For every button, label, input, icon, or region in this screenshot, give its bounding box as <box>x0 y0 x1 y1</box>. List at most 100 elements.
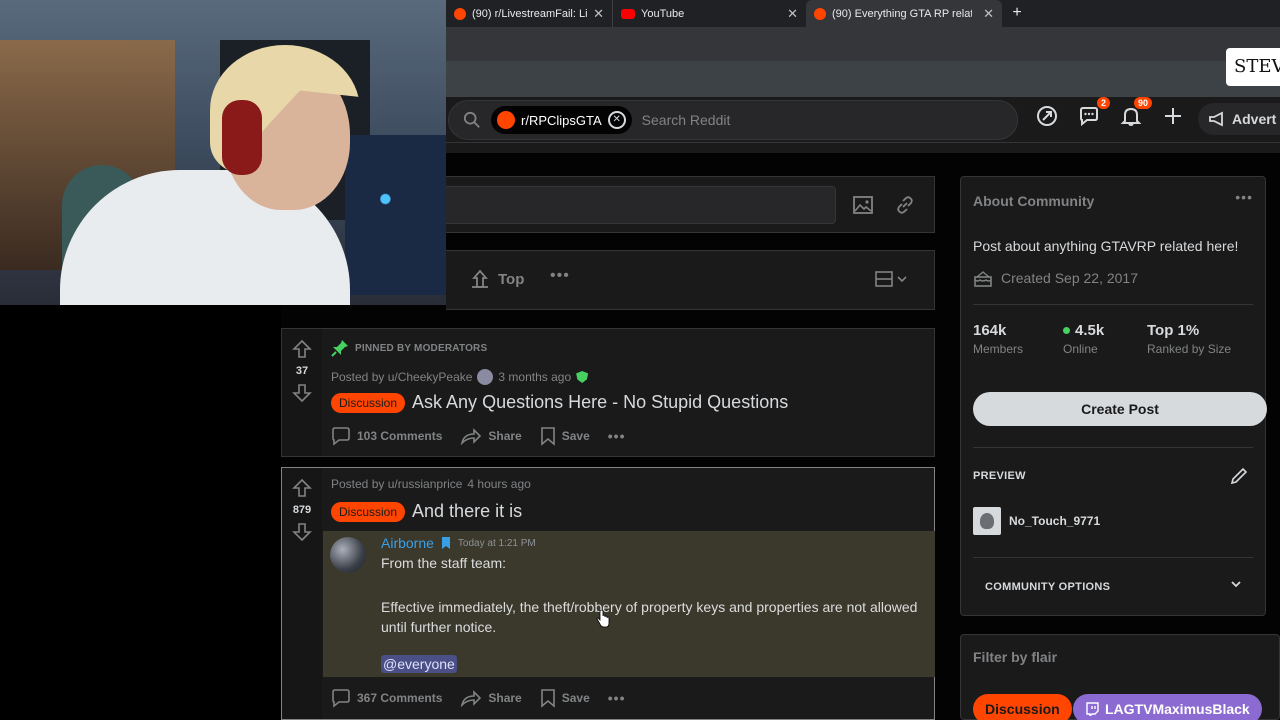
browser-tab-livestreamfail[interactable]: (90) r/LivestreamFail: Livestream ✕ <box>446 0 612 27</box>
more-sort-icon[interactable]: ••• <box>550 267 570 285</box>
preview-heading: PREVIEW <box>973 470 1026 482</box>
feed: Top ••• 37 PINNED BY MODERATORS Posted b… <box>281 153 935 720</box>
screen: (90) r/LivestreamFail: Livestream ✕ YouT… <box>0 0 1280 720</box>
stat-members: 164k Members <box>973 322 1063 356</box>
title-row: Discussion Ask Any Questions Here - No S… <box>331 392 788 413</box>
upvote-icon[interactable] <box>292 478 312 498</box>
post-time: 4 hours ago <box>467 477 531 491</box>
comments-button[interactable]: 367 Comments <box>331 688 442 708</box>
online-dot-icon <box>1063 327 1070 334</box>
share-button[interactable]: Share <box>460 427 522 445</box>
sort-top-button[interactable]: Top <box>470 269 524 289</box>
close-tab-icon[interactable]: ✕ <box>787 6 798 22</box>
discord-author: Airborne <box>381 535 434 551</box>
twitch-icon <box>1086 702 1099 716</box>
browser-tab-youtube[interactable]: YouTube ✕ <box>612 0 806 27</box>
search-bar[interactable]: r/RPClipsGTA ✕ Search Reddit <box>448 100 1018 140</box>
browser-toolbar <box>446 27 1280 61</box>
comments-count: 367 Comments <box>357 691 443 705</box>
posted-by[interactable]: Posted by u/CheekyPeake <box>331 370 472 384</box>
post-meta: Posted by u/CheekyPeake 3 months ago <box>331 369 589 385</box>
browser-tab-gta-rp[interactable]: (90) Everything GTA RP related! ✕ <box>806 0 1002 27</box>
pinned-label: PINNED BY MODERATORS <box>355 342 488 354</box>
close-tab-icon[interactable]: ✕ <box>983 6 994 22</box>
share-icon <box>461 428 482 445</box>
divider <box>973 447 1253 448</box>
mouse-cursor-icon <box>596 610 610 628</box>
post-actions: 367 Comments Share Save ••• <box>331 688 625 708</box>
view-toggle[interactable] <box>874 269 908 289</box>
link-icon[interactable] <box>894 194 916 216</box>
flair-filter-discussion[interactable]: Discussion <box>973 694 1072 720</box>
discord-author-row: Airborne Today at 1:21 PM <box>381 535 536 551</box>
popular-arrow-icon[interactable] <box>1036 105 1058 127</box>
community-chip-label: r/RPClipsGTA <box>521 112 602 128</box>
about-more-icon[interactable]: ••• <box>1235 189 1253 205</box>
downvote-icon[interactable] <box>292 522 312 542</box>
advertise-button[interactable]: Advert 3 <box>1198 103 1280 135</box>
reddit-favicon-icon <box>454 7 466 20</box>
browser-bookmark-bar <box>446 61 1280 97</box>
share-button[interactable]: Share <box>460 689 522 707</box>
community-options-toggle[interactable]: COMMUNITY OPTIONS <box>985 581 1110 593</box>
save-button[interactable]: Save <box>540 688 590 708</box>
plus-icon[interactable] <box>1162 105 1184 127</box>
stat-label: Ranked by Size <box>1147 342 1232 356</box>
more-options-icon[interactable]: ••• <box>608 690 626 706</box>
save-button[interactable]: Save <box>540 426 590 446</box>
vote-column: 37 <box>282 329 322 456</box>
community-stats: 164k Members 4.5k Online Top 1% Ranked b… <box>973 322 1267 356</box>
posted-by[interactable]: Posted by u/russianprice <box>331 477 462 491</box>
more-options-icon[interactable]: ••• <box>608 428 626 444</box>
created-label: Created Sep 22, 2017 <box>1001 270 1138 286</box>
community-search-chip[interactable]: r/RPClipsGTA ✕ <box>491 106 632 134</box>
share-label: Share <box>488 691 522 705</box>
notifications-button[interactable]: 90 <box>1120 97 1152 127</box>
discord-mention: @everyone <box>381 655 457 673</box>
sort-label: Top <box>498 270 525 288</box>
vote-count: 37 <box>295 365 309 377</box>
post-card-pinned[interactable]: 37 PINNED BY MODERATORS Posted by u/Chee… <box>281 328 935 457</box>
youtube-favicon-icon <box>621 8 635 19</box>
discord-line-1: From the staff team: <box>381 555 507 571</box>
close-tab-icon[interactable]: ✕ <box>593 6 604 22</box>
post-flair[interactable]: Discussion <box>331 392 406 413</box>
stat-label: Online <box>1063 342 1098 356</box>
about-community-widget: About Community ••• Post about anything … <box>960 176 1267 616</box>
stat-value: 4.5k <box>1075 322 1105 339</box>
new-tab-button[interactable]: + <box>1002 0 1032 27</box>
pencil-icon[interactable] <box>1229 466 1249 486</box>
chat-button[interactable]: 2 <box>1078 97 1110 127</box>
preview-user[interactable]: No_Touch_9771 <box>973 507 1100 535</box>
save-label: Save <box>561 691 590 705</box>
snoo-avatar <box>973 507 1001 535</box>
create-post-button[interactable]: Create Post <box>973 392 1267 426</box>
user-avatar <box>477 369 494 385</box>
comments-button[interactable]: 103 Comments <box>331 426 442 446</box>
comments-count: 103 Comments <box>357 429 443 443</box>
create-post-input[interactable] <box>446 186 836 224</box>
top-sort-icon <box>472 269 488 288</box>
flair-filter-lagtv[interactable]: LAGTVMaximusBlack <box>1073 694 1262 720</box>
post-title[interactable]: And there it is <box>412 501 522 522</box>
vote-count: 879 <box>292 504 312 516</box>
search-input[interactable]: Search Reddit <box>642 112 731 128</box>
role-badge-icon <box>441 537 450 549</box>
mod-shield-icon <box>576 371 589 383</box>
pinned-banner: PINNED BY MODERATORS <box>331 339 487 357</box>
stat-value: 164k <box>973 322 1007 339</box>
about-heading: About Community <box>973 193 1095 209</box>
clear-community-icon[interactable]: ✕ <box>607 111 626 129</box>
downvote-icon[interactable] <box>292 383 312 403</box>
upvote-icon[interactable] <box>292 339 312 359</box>
stat-value: Top 1% <box>1147 322 1200 339</box>
post-flair[interactable]: Discussion <box>331 501 406 522</box>
save-label: Save <box>561 429 590 443</box>
chat-badge: 2 <box>1096 97 1110 109</box>
image-upload-icon[interactable] <box>852 194 874 216</box>
chevron-down-icon <box>897 276 907 283</box>
chevron-down-icon[interactable] <box>1229 577 1243 591</box>
post-title[interactable]: Ask Any Questions Here - No Stupid Quest… <box>412 392 788 413</box>
discord-screenshot[interactable]: Airborne Today at 1:21 PM From the staff… <box>323 531 935 677</box>
post-card[interactable]: 879 Posted by u/russianprice 4 hours ago… <box>281 467 935 720</box>
